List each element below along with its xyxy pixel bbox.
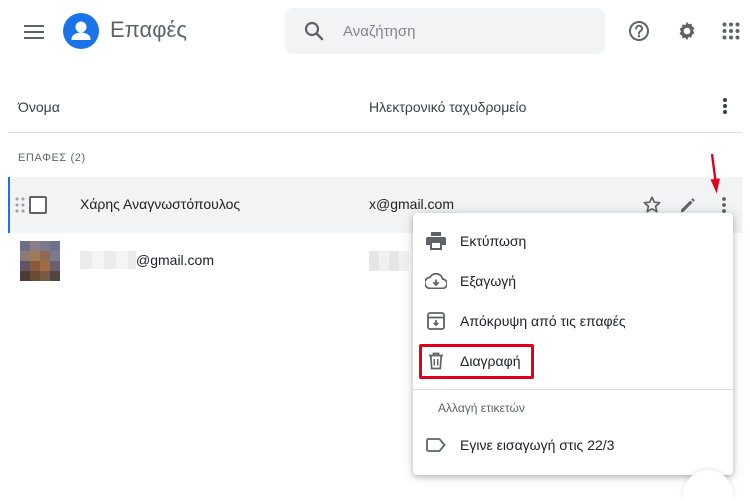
annotation-highlight-box	[419, 344, 534, 379]
menu-item-label: Εγινε εισαγωγή στις 22/3	[460, 437, 615, 453]
menu-item-hide[interactable]: Απόκρυψη από τις επαφές	[413, 301, 733, 341]
menu-item-label-imported[interactable]: Εγινε εισαγωγή στις 22/3	[413, 425, 733, 465]
more-vert-icon[interactable]	[715, 94, 735, 118]
row-accent-bar	[8, 177, 10, 233]
row-checkbox[interactable]	[29, 196, 47, 214]
annotation-arrow	[707, 153, 723, 195]
app-header: Επαφές	[0, 0, 750, 64]
search-bar[interactable]	[285, 8, 605, 54]
archive-icon	[425, 310, 447, 332]
search-icon[interactable]	[303, 20, 325, 42]
search-input[interactable]	[343, 20, 583, 42]
settings-icon[interactable]	[675, 19, 699, 43]
avatar	[20, 241, 60, 281]
menu-icon[interactable]	[20, 18, 48, 46]
app-title: Επαφές	[110, 17, 187, 42]
column-header-email[interactable]: Ηλεκτρονικό ταχυδρομείο	[369, 99, 526, 115]
context-menu: Εκτύπωση Εξαγωγή Απόκρυψη από τις επαφές…	[413, 213, 733, 475]
section-label: ΕΠΑΦΕΣ (2)	[18, 152, 86, 164]
menu-divider	[413, 389, 733, 390]
print-icon	[425, 230, 447, 252]
redacted-email	[369, 251, 409, 271]
contact-name: Χάρης Αναγνωστόπουλος	[80, 196, 241, 212]
menu-item-label: Εκτύπωση	[460, 233, 527, 249]
contact-name: @gmail.com	[136, 252, 215, 268]
help-icon[interactable]	[627, 19, 651, 43]
menu-subheader: Αλλαγή ετικετών	[438, 401, 525, 415]
contact-email: x@gmail.com	[369, 196, 455, 212]
menu-item-label: Εξαγωγή	[460, 273, 517, 289]
label-icon	[425, 434, 447, 456]
drag-handle-icon[interactable]	[15, 197, 25, 213]
menu-item-export[interactable]: Εξαγωγή	[413, 261, 733, 301]
redacted-text	[80, 251, 136, 269]
column-header-name[interactable]: Όνομα	[18, 99, 60, 115]
contacts-logo-icon[interactable]	[63, 13, 99, 49]
cloud-download-icon	[425, 270, 447, 292]
menu-item-print[interactable]: Εκτύπωση	[413, 221, 733, 261]
apps-icon[interactable]	[719, 19, 743, 43]
divider	[8, 132, 742, 133]
menu-item-label: Απόκρυψη από τις επαφές	[460, 313, 626, 329]
